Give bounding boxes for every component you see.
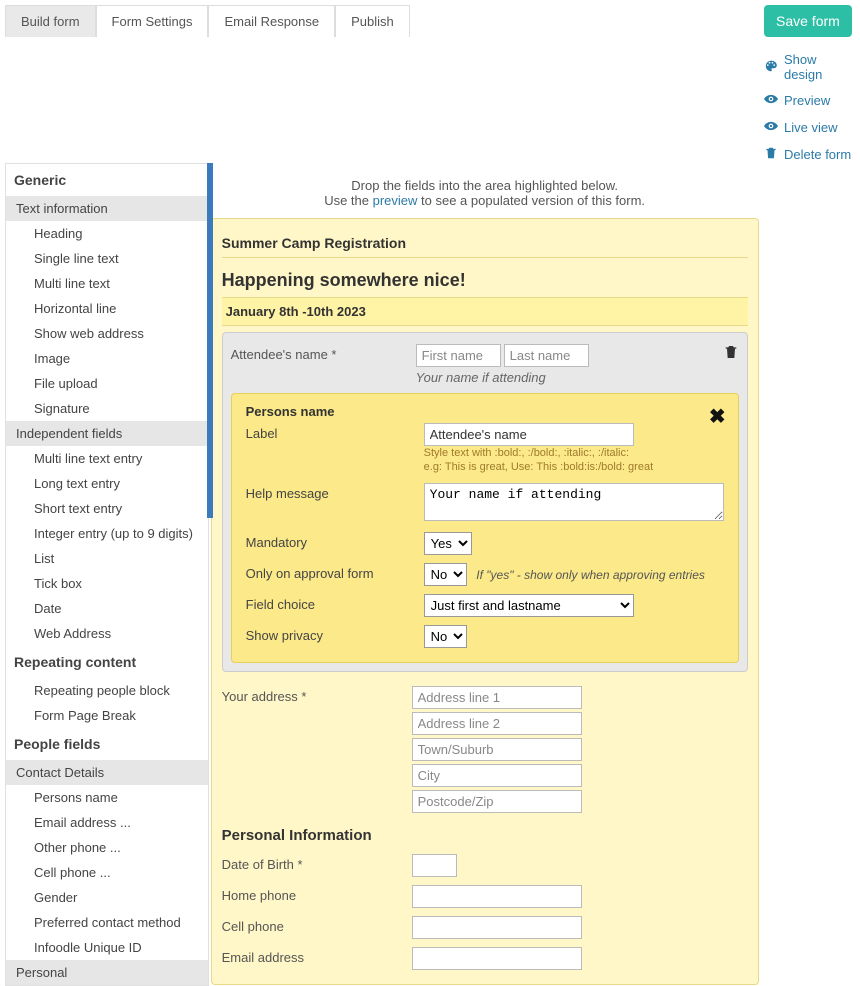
sidebar-item-tick-box[interactable]: Tick box — [6, 571, 208, 596]
sidebar-item-single-line-text[interactable]: Single line text — [6, 246, 208, 271]
dob-input[interactable] — [412, 854, 457, 877]
sidebar-item-preferred-contact[interactable]: Preferred contact method — [6, 910, 208, 935]
sidebar-item-multi-line-text[interactable]: Multi line text — [6, 271, 208, 296]
live-view-label: Live view — [784, 120, 837, 135]
editor-title: Persons name — [246, 404, 724, 419]
sidebar-group-generic: Generic — [6, 164, 208, 196]
editor-help-l: Help message — [246, 483, 424, 501]
palette-icon — [764, 59, 778, 76]
editor-approval-note: If "yes" - show only when approving entr… — [476, 568, 705, 582]
editor-approval-select[interactable]: No — [424, 563, 467, 586]
sidebar-item-date[interactable]: Date — [6, 596, 208, 621]
attendee-help-text: Your name if attending — [416, 370, 739, 385]
scrollbar-indicator[interactable] — [207, 163, 213, 518]
field-block-attendee-name[interactable]: Attendee's name * Your name if attending… — [222, 332, 748, 672]
address-city-input[interactable] — [412, 764, 582, 787]
sidebar-group-people: People fields — [6, 728, 208, 760]
sidebar-item-integer-entry[interactable]: Integer entry (up to 9 digits) — [6, 521, 208, 546]
sidebar-item-list[interactable]: List — [6, 546, 208, 571]
tabs: Build form Form Settings Email Response … — [5, 5, 410, 37]
address-line1-input[interactable] — [412, 686, 582, 709]
sidebar-item-multi-line-entry[interactable]: Multi line text entry — [6, 446, 208, 471]
form-surface: Summer Camp Registration Happening somew… — [211, 218, 759, 985]
sidebar-item-heading[interactable]: Heading — [6, 221, 208, 246]
form-dates[interactable]: January 8th -10th 2023 — [222, 297, 748, 326]
sidebar-item-repeating-block[interactable]: Repeating people block — [6, 678, 208, 703]
editor-label-l: Label — [246, 423, 424, 441]
sidebar-item-cell-phone[interactable]: Cell phone ... — [6, 860, 208, 885]
sidebar-item-file-upload[interactable]: File upload — [6, 371, 208, 396]
preview-inline-link[interactable]: preview — [373, 193, 418, 208]
editor-mandatory-l: Mandatory — [246, 532, 424, 550]
sidebar-item-page-break[interactable]: Form Page Break — [6, 703, 208, 728]
sidebar-item-short-text-entry[interactable]: Short text entry — [6, 496, 208, 521]
editor-help-textarea[interactable]: Your name if attending — [424, 483, 724, 521]
form-subtitle[interactable]: Happening somewhere nice! — [222, 264, 748, 297]
editor-privacy-select[interactable]: No — [424, 625, 467, 648]
sidebar-sub-independent-fields[interactable]: Independent fields — [6, 421, 208, 446]
eye-icon — [764, 92, 778, 109]
style-hint-2: e.g: This is great, Use: This :bold:is:/… — [424, 460, 724, 474]
sidebar-sub-contact-details[interactable]: Contact Details — [6, 760, 208, 785]
trash-icon — [764, 146, 778, 163]
sidebar-item-persons-name[interactable]: Persons name — [6, 785, 208, 810]
drop-hint: Drop the fields into the area highlighte… — [211, 163, 759, 218]
trash-icon[interactable] — [723, 344, 739, 363]
tab-email-response[interactable]: Email Response — [208, 5, 335, 37]
editor-choice-select[interactable]: Just first and lastname — [424, 594, 634, 617]
editor-mandatory-select[interactable]: Yes — [424, 532, 472, 555]
form-title[interactable]: Summer Camp Registration — [222, 229, 748, 258]
field-palette-sidebar: Generic Text information Heading Single … — [5, 163, 209, 986]
form-builder-canvas: Drop the fields into the area highlighte… — [211, 163, 759, 986]
last-name-input[interactable] — [504, 344, 589, 367]
tab-form-settings[interactable]: Form Settings — [96, 5, 209, 37]
sidebar-sub-text-information[interactable]: Text information — [6, 196, 208, 221]
address-line2-input[interactable] — [412, 712, 582, 735]
sidebar-item-horizontal-line[interactable]: Horizontal line — [6, 296, 208, 321]
address-zip-input[interactable] — [412, 790, 582, 813]
sidebar-group-repeating: Repeating content — [6, 646, 208, 678]
editor-approval-l: Only on approval form — [246, 563, 424, 581]
home-phone-label: Home phone — [222, 885, 412, 908]
close-icon[interactable]: ✖ — [709, 404, 726, 429]
tab-build-form[interactable]: Build form — [5, 5, 96, 37]
preview-link[interactable]: Preview — [764, 92, 855, 109]
sidebar-item-email-address[interactable]: Email address ... — [6, 810, 208, 835]
sidebar-item-other-phone[interactable]: Other phone ... — [6, 835, 208, 860]
live-view-link[interactable]: Live view — [764, 119, 855, 136]
sidebar-item-show-web-address[interactable]: Show web address — [6, 321, 208, 346]
save-form-button[interactable]: Save form — [764, 5, 852, 37]
sidebar-sub-personal[interactable]: Personal — [6, 960, 208, 985]
field-editor-panel: ✖ Persons name Label Style text with :bo… — [231, 393, 739, 663]
eye-icon — [764, 119, 778, 136]
dob-label: Date of Birth * — [222, 854, 412, 877]
tab-publish[interactable]: Publish — [335, 5, 410, 37]
style-hint-1: Style text with :bold:, :/bold:, :italic… — [424, 446, 724, 460]
personal-info-heading[interactable]: Personal Information — [222, 817, 748, 850]
sidebar-item-long-text-entry[interactable]: Long text entry — [6, 471, 208, 496]
cell-phone-label: Cell phone — [222, 916, 412, 939]
sidebar-item-gender[interactable]: Gender — [6, 885, 208, 910]
delete-form-link[interactable]: Delete form — [764, 146, 855, 163]
email-label: Email address — [222, 947, 412, 970]
address-town-input[interactable] — [412, 738, 582, 761]
show-design-label: Show design — [784, 52, 855, 82]
delete-form-label: Delete form — [784, 147, 851, 162]
editor-choice-l: Field choice — [246, 594, 424, 612]
right-column: Save form Show design Preview Live view … — [764, 0, 860, 163]
home-phone-input[interactable] — [412, 885, 582, 908]
sidebar-item-unique-id[interactable]: Infoodle Unique ID — [6, 935, 208, 960]
address-label: Your address * — [222, 686, 412, 813]
cell-phone-input[interactable] — [412, 916, 582, 939]
show-design-link[interactable]: Show design — [764, 52, 855, 82]
editor-privacy-l: Show privacy — [246, 625, 424, 643]
first-name-input[interactable] — [416, 344, 501, 367]
sidebar-item-image[interactable]: Image — [6, 346, 208, 371]
sidebar-item-web-address[interactable]: Web Address — [6, 621, 208, 646]
email-input[interactable] — [412, 947, 582, 970]
attendee-name-label: Attendee's name * — [231, 344, 416, 362]
sidebar-item-signature[interactable]: Signature — [6, 396, 208, 421]
editor-label-input[interactable] — [424, 423, 634, 446]
preview-label: Preview — [784, 93, 830, 108]
